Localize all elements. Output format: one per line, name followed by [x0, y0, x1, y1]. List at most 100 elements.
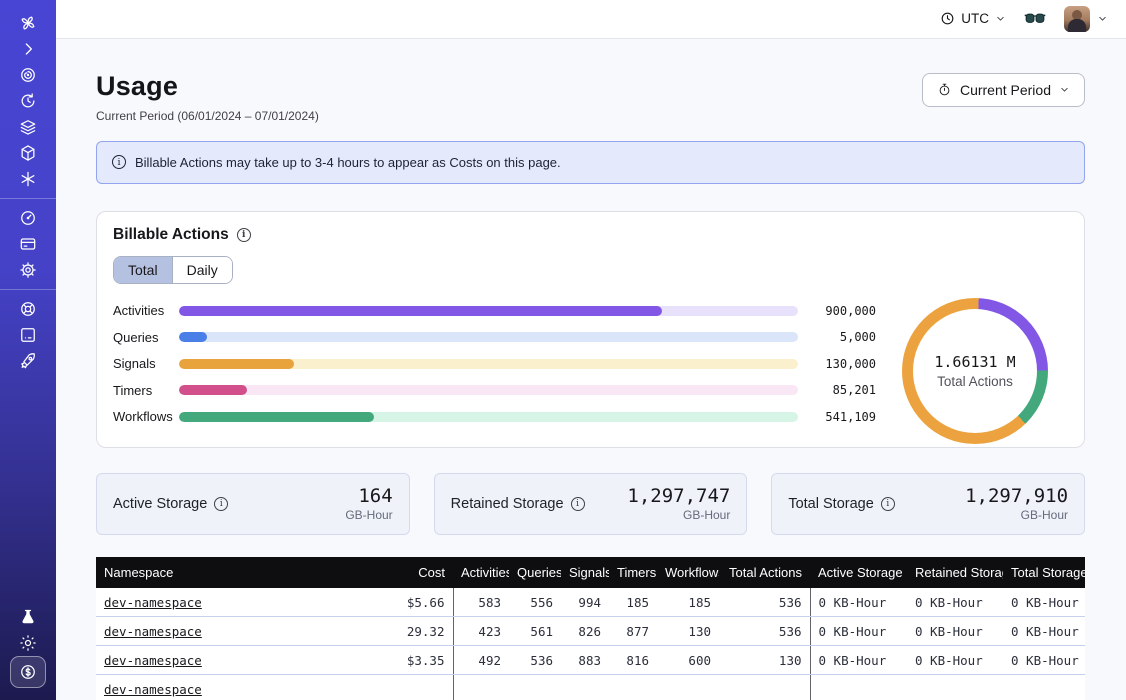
col-retained-storage[interactable]: Retained Storage	[907, 557, 1003, 588]
bar-track	[179, 332, 798, 342]
period-button-label: Current Period	[960, 82, 1051, 98]
usage-coin-icon[interactable]	[10, 656, 46, 688]
support-lifering-icon[interactable]	[11, 296, 45, 322]
cell-queries	[509, 675, 561, 700]
bar-track	[179, 359, 798, 369]
namespaces-icon[interactable]	[11, 62, 45, 88]
bar-value: 130,000	[798, 357, 876, 371]
sidebar-divider	[0, 198, 56, 199]
bar-track	[179, 412, 798, 422]
cell-total-actions: 130	[719, 646, 810, 675]
cube-icon[interactable]	[11, 140, 45, 166]
info-icon[interactable]: i	[571, 497, 585, 511]
col-queries[interactable]: Queries	[509, 557, 561, 588]
nexus-asterisk-icon[interactable]	[11, 166, 45, 192]
billing-card-icon[interactable]	[11, 231, 45, 257]
period-dropdown-button[interactable]: Current Period	[922, 73, 1085, 107]
col-workflows[interactable]: Workflows	[657, 557, 719, 588]
active-storage-card: Active Storage i 164 GB-Hour	[96, 473, 410, 535]
stopwatch-icon	[937, 82, 952, 97]
col-timers[interactable]: Timers	[609, 557, 657, 588]
cell-active-storage: 0 KB-Hour	[810, 646, 907, 675]
cell-signals	[561, 675, 609, 700]
total-storage-value: 1,297,910	[965, 486, 1068, 507]
layers-icon[interactable]	[11, 114, 45, 140]
cell-cost: $5.66	[341, 588, 453, 617]
bar-label: Queries	[113, 330, 179, 345]
top-bar: UTC	[56, 0, 1126, 39]
billable-actions-card: Billable Actions i Total Daily Activitie…	[96, 211, 1085, 448]
col-total-storage[interactable]: Total Storage	[1003, 557, 1085, 588]
total-storage-unit: GB-Hour	[965, 508, 1068, 522]
cell-signals: 826	[561, 617, 609, 646]
tab-total[interactable]: Total	[114, 257, 172, 283]
info-banner: i Billable Actions may take up to 3-4 ho…	[96, 141, 1085, 184]
bar-row-timers: Timers 85,201	[113, 385, 876, 395]
total-daily-toggle: Total Daily	[113, 256, 233, 284]
app-root: UTC Usage Current Period (06/01/2024 – 0…	[0, 0, 1126, 700]
table-header-row: Namespace Cost Activities Queries Signal…	[96, 557, 1085, 588]
settings-gear-icon[interactable]	[11, 257, 45, 283]
main-area: UTC Usage Current Period (06/01/2024 – 0…	[56, 0, 1126, 700]
docs-icon[interactable]	[11, 322, 45, 348]
donut-center: 1.66131 M Total Actions	[913, 309, 1037, 433]
bar-value: 541,109	[798, 410, 876, 424]
glasses-icon[interactable]	[1024, 12, 1046, 26]
theme-sun-icon[interactable]	[11, 630, 45, 656]
bar-row-activities: Activities 900,000	[113, 306, 876, 316]
info-icon[interactable]: i	[214, 497, 228, 511]
bar-track	[179, 385, 798, 395]
schedules-clock-icon[interactable]	[11, 88, 45, 114]
col-cost[interactable]: Cost	[341, 557, 453, 588]
namespace-link[interactable]: dev-namespace	[104, 653, 202, 668]
col-signals[interactable]: Signals	[561, 557, 609, 588]
cell-queries: 556	[509, 588, 561, 617]
namespace-link[interactable]: dev-namespace	[104, 595, 202, 610]
cell-cost: 29.32	[341, 617, 453, 646]
cell-total-actions: 536	[719, 588, 810, 617]
cell-workflows: 130	[657, 617, 719, 646]
usage-gauge-icon[interactable]	[11, 205, 45, 231]
col-total-actions[interactable]: Total Actions	[719, 557, 810, 588]
cell-total-actions: 536	[719, 617, 810, 646]
bar-label: Signals	[113, 356, 179, 371]
chevron-down-icon	[1097, 13, 1108, 24]
sidebar	[0, 0, 56, 700]
bar-row-signals: Signals 130,000	[113, 359, 876, 369]
cell-active-storage: 0 KB-Hour	[810, 588, 907, 617]
col-activities[interactable]: Activities	[453, 557, 509, 588]
namespace-usage-table: Namespace Cost Activities Queries Signal…	[96, 557, 1085, 700]
cell-timers	[609, 675, 657, 700]
timezone-selector[interactable]: UTC	[940, 11, 1006, 26]
col-active-storage[interactable]: Active Storage	[810, 557, 907, 588]
info-icon[interactable]: i	[881, 497, 895, 511]
page-title: Usage	[96, 71, 319, 101]
cell-workflows: 185	[657, 588, 719, 617]
bar-label: Timers	[113, 383, 179, 398]
table-row: dev-namespace	[96, 675, 1085, 700]
collapse-chevron-right-icon[interactable]	[11, 36, 45, 62]
user-menu[interactable]	[1064, 6, 1108, 32]
cell-queries: 561	[509, 617, 561, 646]
bar-row-workflows: Workflows 541,109	[113, 412, 876, 422]
temporal-logo[interactable]	[11, 10, 45, 36]
billable-actions-title: Billable Actions	[113, 226, 229, 244]
bar-chart: Activities 900,000 Queries 5,000	[113, 306, 882, 444]
lab-flask-icon[interactable]	[11, 604, 45, 630]
cell-retained-storage: 0 KB-Hour	[907, 588, 1003, 617]
banner-text: Billable Actions may take up to 3-4 hour…	[135, 155, 561, 170]
total-actions-value: 1.66131 M	[934, 353, 1015, 371]
cell-signals: 994	[561, 588, 609, 617]
bar-fill	[179, 359, 294, 369]
rocket-icon[interactable]	[11, 348, 45, 374]
namespace-link[interactable]: dev-namespace	[104, 624, 202, 639]
tab-daily[interactable]: Daily	[172, 257, 232, 283]
bar-fill	[179, 332, 207, 342]
retained-storage-value: 1,297,747	[627, 486, 730, 507]
namespace-link[interactable]: dev-namespace	[104, 682, 202, 697]
cell-active-storage: 0 KB-Hour	[810, 617, 907, 646]
cell-total-storage: 0 KB-Hour	[1003, 617, 1085, 646]
col-namespace[interactable]: Namespace	[96, 557, 341, 588]
info-icon[interactable]: i	[237, 228, 251, 242]
table-row: dev-namespace $5.66 583 556 994 185 185 …	[96, 588, 1085, 617]
